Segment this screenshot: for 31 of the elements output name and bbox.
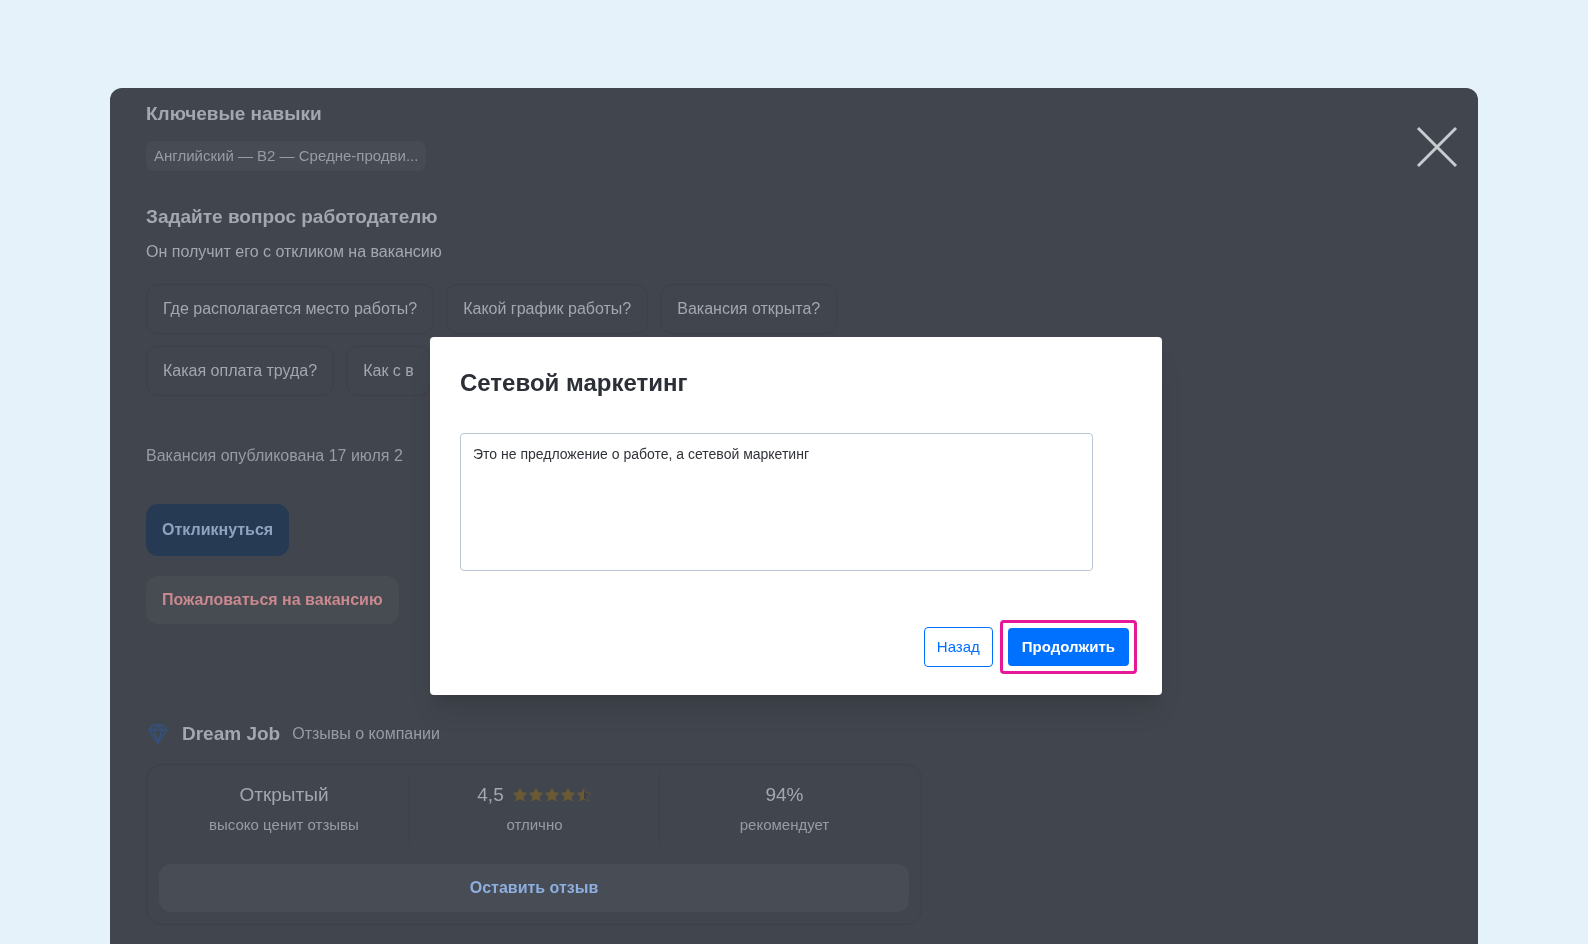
stat-value: Открытый	[239, 783, 329, 807]
page-heading: Ключевые навыки	[146, 102, 323, 126]
diamond-logo-icon	[146, 721, 170, 746]
question-chip[interactable]: Вакансия открыта?	[660, 283, 838, 334]
continue-button[interactable]: Продолжить	[1007, 627, 1129, 666]
published-date: Вакансия опубликована 17 июля 2	[146, 445, 403, 466]
company-name: Dream Job	[182, 721, 281, 746]
comment-textarea[interactable]: Это не предложение о работе, а сетевой маркетинг	[460, 433, 1093, 571]
question-chip[interactable]: Где располагается место работы?	[146, 283, 435, 334]
star-icon	[559, 787, 576, 804]
report-button[interactable]: Пожаловаться на вакансию	[146, 575, 399, 624]
question-chip[interactable]: Какой график работы?	[446, 283, 649, 334]
skill-tag: Английский — B2 — Средне-продви...	[146, 140, 427, 171]
close-icon[interactable]	[1416, 126, 1458, 168]
star-icon	[511, 787, 528, 804]
star-icon	[543, 787, 560, 804]
stat-caption: рекомендует	[739, 814, 830, 835]
section-subtitle: Он получит его с откликом на вакансию	[146, 241, 443, 262]
star-icon	[527, 787, 544, 804]
question-chip[interactable]: Какая оплата труда?	[146, 345, 335, 396]
stat-caption: отлично	[506, 814, 563, 835]
dialog-title: Сетевой маркетинг	[460, 368, 689, 398]
star-icon	[575, 787, 592, 804]
back-button[interactable]: Назад	[923, 626, 993, 667]
stat-caption: высоко ценит отзывы	[209, 814, 359, 835]
reviews-link[interactable]: Отзывы о компании	[292, 721, 440, 746]
section-heading: Задайте вопрос работодателю	[146, 205, 439, 229]
respond-button[interactable]: Откликнуться	[146, 503, 290, 556]
leave-review-button[interactable]: Оставить отзыв	[159, 864, 909, 912]
stat-value: 4,5	[477, 783, 504, 807]
stat-value: 94%	[765, 783, 804, 807]
